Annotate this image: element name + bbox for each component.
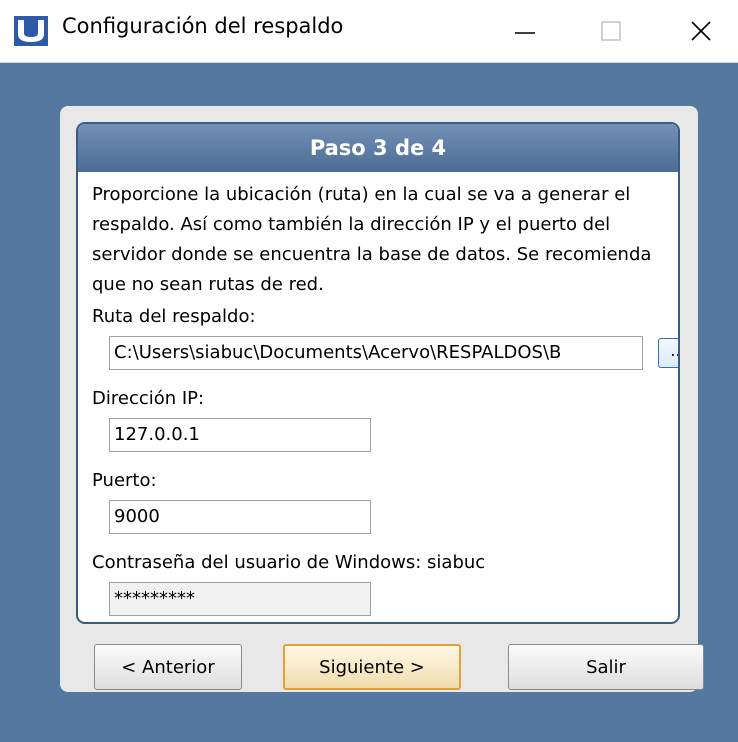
previous-button[interactable]: < Anterior [94, 644, 242, 690]
window-title: Configuración del respaldo [62, 14, 344, 38]
ip-address-input[interactable]: 127.0.0.1 [109, 418, 371, 452]
exit-button[interactable]: Salir [508, 644, 704, 690]
app-logo-icon [14, 16, 48, 46]
ip-address-label: Dirección IP: [92, 388, 205, 409]
dialog-window: Configuración del respaldo Paso 3 de 4 P… [0, 0, 738, 742]
step-header: Paso 3 de 4 [78, 124, 678, 172]
next-button[interactable]: Siguiente > [283, 644, 461, 690]
backup-path-label: Ruta del respaldo: [92, 306, 256, 327]
port-input[interactable]: 9000 [109, 500, 371, 534]
browse-button[interactable]: ... [658, 338, 678, 368]
minimize-button[interactable] [488, 0, 562, 62]
minimize-icon [515, 32, 535, 34]
close-icon [691, 21, 711, 41]
maximize-button[interactable] [574, 0, 648, 62]
title-bar[interactable]: Configuración del respaldo [0, 0, 738, 63]
close-button[interactable] [664, 0, 738, 62]
port-label: Puerto: [92, 470, 157, 491]
maximize-icon [601, 21, 621, 41]
backup-path-input[interactable]: C:\Users\siabuc\Documents\Acervo\RESPALD… [109, 336, 643, 370]
step-panel: Paso 3 de 4 Proporcione la ubicación (ru… [76, 122, 680, 624]
step-description: Proporcione la ubicación (ruta) en la cu… [92, 184, 652, 295]
password-input[interactable]: ********* [109, 582, 371, 616]
password-label: Contraseña del usuario de Windows: siabu… [92, 552, 486, 573]
